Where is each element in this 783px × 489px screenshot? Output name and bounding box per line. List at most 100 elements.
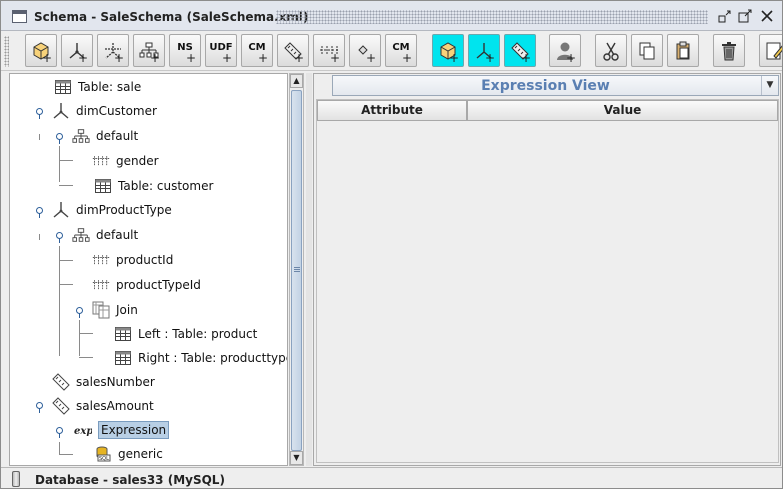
copy-icon bbox=[639, 42, 655, 59]
tree-node-table-sale[interactable]: Table: sale bbox=[54, 77, 141, 97]
table-icon bbox=[114, 325, 132, 343]
column-header-attribute[interactable]: Attribute bbox=[317, 100, 467, 121]
maximize-icon[interactable] bbox=[738, 9, 752, 23]
expand-toggle[interactable] bbox=[76, 307, 83, 318]
expand-toggle[interactable] bbox=[56, 133, 63, 144]
level-icon bbox=[92, 152, 110, 170]
tree-node-label: salesNumber bbox=[76, 375, 155, 389]
tree-node-salesamount[interactable]: salesAmount bbox=[52, 396, 154, 416]
tree-node-label: Left : Table: product bbox=[138, 327, 258, 341]
table-icon bbox=[94, 177, 112, 195]
expand-toggle[interactable] bbox=[36, 108, 43, 119]
level-icon bbox=[92, 251, 110, 269]
svg-text:SQL: SQL bbox=[99, 456, 109, 462]
tree-node-table-customer[interactable]: Table: customer bbox=[94, 176, 213, 196]
tree-node-label: dimProductType bbox=[76, 203, 172, 217]
add-calculated-member-property-button[interactable]: CM + bbox=[385, 34, 417, 67]
tree-node-dimproducttype[interactable]: dimProductType bbox=[52, 200, 172, 220]
add-property-button[interactable]: + bbox=[349, 34, 381, 67]
join-icon bbox=[92, 301, 110, 319]
scissors-icon bbox=[603, 42, 619, 61]
tree-node-label: salesAmount bbox=[76, 399, 154, 413]
title-bar: Schema - SaleSchema (SaleSchema.xml) bbox=[1, 1, 782, 31]
copy-button[interactable] bbox=[631, 34, 663, 67]
add-dimension-usage-button[interactable]: + bbox=[97, 34, 129, 67]
hierarchy-icon bbox=[72, 127, 90, 145]
tree-node-label: gender bbox=[116, 154, 159, 168]
expand-toggle[interactable] bbox=[56, 232, 63, 243]
add-level-button[interactable]: + bbox=[313, 34, 345, 67]
scroll-thumb[interactable] bbox=[291, 90, 302, 451]
database-icon bbox=[12, 471, 20, 487]
title-bar-grip bbox=[276, 10, 708, 24]
add-calculated-member-button[interactable]: CM + bbox=[241, 34, 273, 67]
tree-node-right-table[interactable]: Right : Table: producttype bbox=[114, 348, 288, 368]
level-icon bbox=[92, 276, 110, 294]
split-pane-divider[interactable] bbox=[306, 73, 312, 466]
tree-node-label: Join bbox=[116, 303, 138, 317]
tree-node-label: Right : Table: producttype bbox=[138, 351, 288, 365]
table-icon bbox=[114, 349, 132, 367]
toolbar-grip[interactable] bbox=[4, 36, 9, 67]
window-icon bbox=[12, 10, 27, 23]
tree-node-default[interactable]: default bbox=[72, 225, 138, 245]
chevron-down-icon[interactable]: ▼ bbox=[761, 76, 778, 95]
trash-icon bbox=[722, 41, 736, 60]
tree-node-label: Table: sale bbox=[78, 80, 142, 94]
tree-node-dimcustomer[interactable]: dimCustomer bbox=[52, 101, 157, 121]
tree-node-label: productTypeId bbox=[116, 278, 201, 292]
expand-toggle[interactable] bbox=[36, 402, 43, 413]
add-role-button[interactable]: + bbox=[549, 34, 581, 67]
tree-node-label: generic bbox=[118, 447, 163, 461]
tree-node-default[interactable]: default bbox=[72, 126, 138, 146]
tree-node-label: Expression bbox=[98, 421, 170, 439]
tree-node-label: productId bbox=[116, 253, 174, 267]
scroll-down-icon[interactable]: ▼ bbox=[290, 451, 303, 465]
tree-node-label: default bbox=[96, 129, 139, 143]
tree-node-generic[interactable]: SQL generic bbox=[94, 444, 163, 464]
window-title: Schema - SaleSchema (SaleSchema.xml) bbox=[34, 10, 309, 24]
view-selector[interactable]: Expression View ▼ bbox=[332, 75, 779, 96]
tree-node-salesnumber[interactable]: salesNumber bbox=[52, 372, 155, 392]
measure-icon bbox=[52, 397, 70, 415]
scroll-up-icon[interactable]: ▲ bbox=[290, 74, 303, 88]
tree-node-productid[interactable]: productId bbox=[92, 250, 173, 270]
add-measure-button[interactable]: + bbox=[277, 34, 309, 67]
delete-button[interactable] bbox=[713, 34, 745, 67]
add-named-set-button[interactable]: NS + bbox=[169, 34, 201, 67]
tree-node-left-table[interactable]: Left : Table: product bbox=[114, 324, 257, 344]
paste-icon bbox=[676, 41, 690, 59]
tree-node-expression[interactable]: exp Expression bbox=[74, 420, 170, 440]
expand-toggle[interactable] bbox=[56, 427, 63, 438]
add-virtual-cube-button[interactable]: + bbox=[432, 34, 464, 67]
cut-button[interactable] bbox=[595, 34, 627, 67]
expression-view-panel: Expression View ▼ Attribute Value bbox=[313, 73, 781, 466]
add-cube-button[interactable]: + bbox=[25, 34, 57, 67]
tree-scrollbar[interactable]: ▲ ▼ bbox=[289, 73, 304, 466]
tree-node-producttypeid[interactable]: productTypeId bbox=[92, 275, 201, 295]
add-virtual-dimension-button[interactable]: + bbox=[468, 34, 500, 67]
attribute-table[interactable]: Attribute Value bbox=[316, 99, 779, 463]
tree-node-label: dimCustomer bbox=[76, 104, 157, 118]
minimize-icon[interactable] bbox=[718, 9, 732, 23]
edit-button[interactable] bbox=[759, 34, 782, 67]
status-bar: Database - sales33 (MySQL) bbox=[1, 467, 782, 488]
sql-icon: SQL bbox=[94, 445, 112, 463]
status-text: Database - sales33 (MySQL) bbox=[35, 473, 225, 487]
schema-tree[interactable]: Table: sale dimCustomer default gender T… bbox=[9, 73, 288, 466]
tree-node-label: Table: customer bbox=[118, 179, 214, 193]
add-virtual-measure-button[interactable]: + bbox=[504, 34, 536, 67]
add-hierarchy-button[interactable]: + bbox=[133, 34, 165, 67]
hierarchy-icon bbox=[72, 226, 90, 244]
add-udf-button[interactable]: UDF + bbox=[205, 34, 237, 67]
add-dimension-button[interactable]: + bbox=[61, 34, 93, 67]
dimension-icon bbox=[52, 201, 70, 219]
column-header-value[interactable]: Value bbox=[467, 100, 778, 121]
expand-toggle[interactable] bbox=[36, 207, 43, 218]
tree-node-gender[interactable]: gender bbox=[92, 151, 159, 171]
paste-button[interactable] bbox=[667, 34, 699, 67]
tree-node-join[interactable]: Join bbox=[92, 300, 138, 320]
close-icon[interactable] bbox=[760, 9, 774, 23]
svg-text:exp: exp bbox=[74, 426, 92, 437]
expression-icon: exp bbox=[74, 421, 92, 439]
